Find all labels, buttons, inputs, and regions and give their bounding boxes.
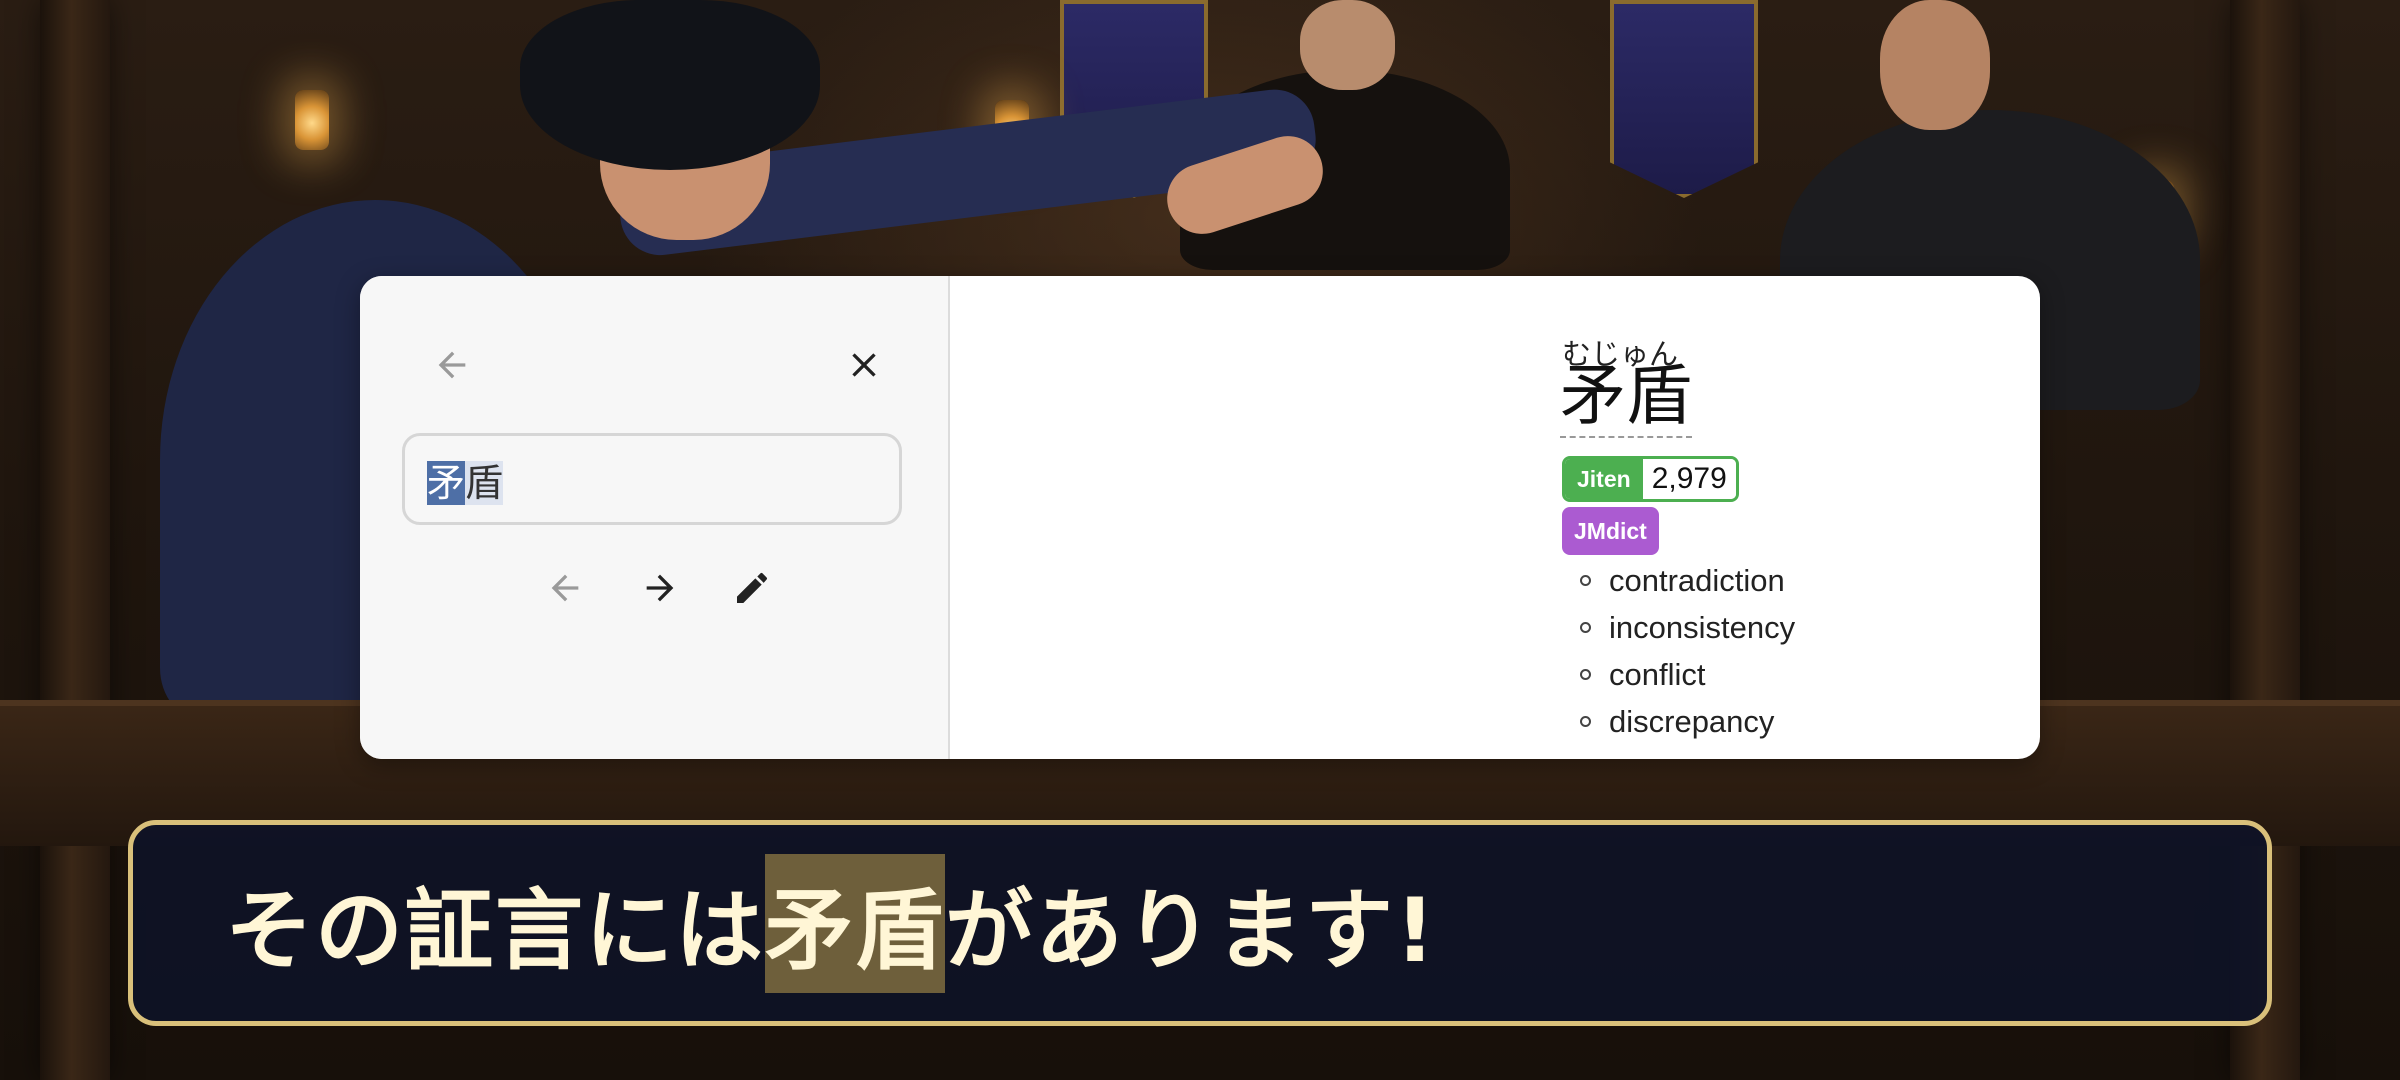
dialogue-highlighted-word[interactable]: 矛盾 xyxy=(765,853,946,993)
gloss-item: contradiction xyxy=(1580,557,1795,604)
attorney-hair xyxy=(520,0,820,170)
gloss-item: discrepancy xyxy=(1580,698,1795,745)
gloss-item: inconsistency xyxy=(1580,604,1795,651)
dialogue-text-after[interactable]: があります! xyxy=(945,860,1437,987)
entry-panel: むじゅん 矛盾 Jiten 2,979 JMdict contradiction… xyxy=(950,276,2040,759)
previous-button[interactable] xyxy=(535,558,595,618)
judge-head xyxy=(1300,0,1395,90)
headword[interactable]: 矛盾 xyxy=(1560,356,1692,438)
lamp xyxy=(295,90,329,150)
bullet-icon xyxy=(1580,622,1591,633)
bullet-icon xyxy=(1580,669,1591,680)
frequency-tag[interactable]: Jiten 2,979 xyxy=(1562,456,1739,502)
arrow-left-icon xyxy=(551,574,579,602)
arrow-left-icon xyxy=(438,351,466,379)
dialogue-text-before[interactable]: その証言には xyxy=(225,860,765,987)
banner xyxy=(1610,0,1758,198)
search-nav-row xyxy=(360,558,948,618)
close-button[interactable] xyxy=(832,333,896,397)
bullet-icon xyxy=(1580,575,1591,586)
search-rest-text: 盾 xyxy=(465,460,504,505)
next-button[interactable] xyxy=(630,558,690,618)
gloss-text: conflict xyxy=(1609,656,1706,692)
bullet-icon xyxy=(1580,716,1591,727)
pencil-icon xyxy=(737,573,767,603)
dictionary-popup: 矛盾 むじゅん 矛盾 Jiten 2,979 JMdict contradict… xyxy=(360,276,2040,759)
frequency-source: Jiten xyxy=(1565,459,1643,499)
gloss-text: contradiction xyxy=(1609,562,1785,598)
frequency-value: 2,979 xyxy=(1642,459,1736,499)
gloss-text: discrepancy xyxy=(1609,703,1775,739)
back-button[interactable] xyxy=(420,333,484,397)
close-icon xyxy=(852,353,876,377)
dialogue-text: その証言には 矛盾 があります! xyxy=(225,853,1437,993)
search-selected-char: 矛 xyxy=(427,460,466,505)
gloss-text: inconsistency xyxy=(1609,609,1796,645)
arrow-right-icon xyxy=(646,574,674,602)
search-input-text: 矛盾 xyxy=(427,452,504,507)
gloss-list: contradiction inconsistency conflict dis… xyxy=(1580,557,1795,745)
prosecutor-head xyxy=(1880,0,1990,130)
pillar xyxy=(40,0,110,1080)
dialogue-box[interactable]: その証言には 矛盾 があります! xyxy=(128,820,2272,1026)
dictionary-tag[interactable]: JMdict xyxy=(1562,507,1659,555)
search-panel: 矛盾 xyxy=(360,276,950,759)
gloss-item: conflict xyxy=(1580,651,1795,698)
search-input[interactable]: 矛盾 xyxy=(402,433,902,525)
edit-button[interactable] xyxy=(722,558,782,618)
